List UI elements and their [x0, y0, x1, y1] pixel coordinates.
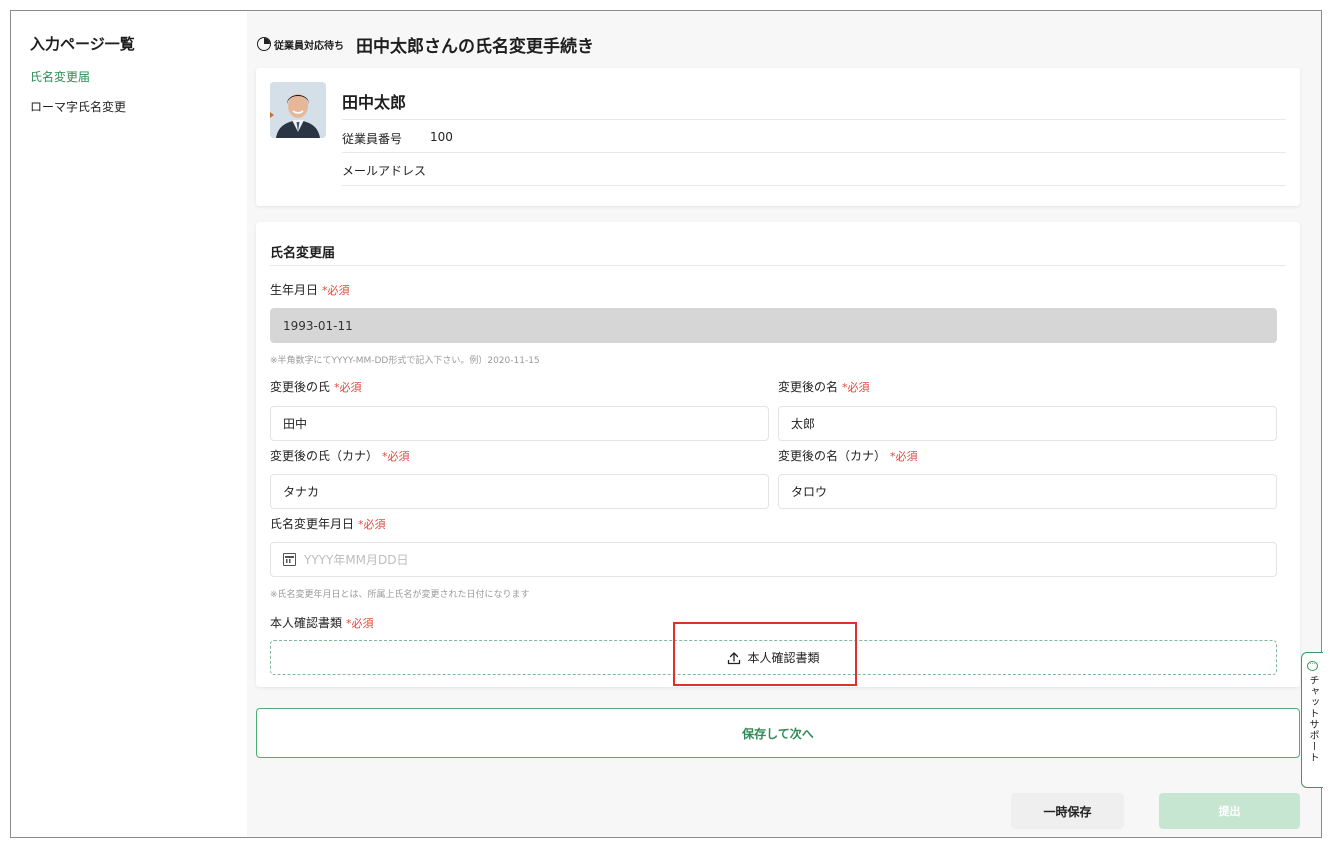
birthdate-field: 1993-01-11 [270, 308, 1277, 343]
birthdate-value: 1993-01-11 [283, 318, 353, 333]
section-title: 氏名変更届 [270, 246, 336, 261]
chat-support-label: チャットサポート [1307, 675, 1318, 763]
required-mark: *必須 [346, 617, 374, 630]
avatar [270, 82, 326, 138]
progress-pie-icon [257, 37, 271, 51]
birthdate-hint: ※半角数字にてYYYY-MM-DD形式で記入下さい。例）2020-11-15 [270, 356, 540, 366]
change-date-label: 氏名変更年月日 *必須 [270, 515, 386, 532]
email-label: メールアドレス [342, 164, 427, 178]
last-name-kana-label: 変更後の氏（カナ） *必須 [270, 447, 410, 464]
birthdate-label: 生年月日 *必須 [270, 281, 350, 298]
divider [342, 119, 1286, 120]
change-date-label-text: 氏名変更年月日 [270, 517, 355, 531]
id-document-label-text: 本人確認書類 [270, 616, 343, 630]
employee-photo [270, 82, 326, 138]
last-name-label-text: 変更後の氏 [270, 380, 331, 394]
chat-support-tab[interactable]: チャットサポート [1301, 652, 1323, 788]
first-name-label: 変更後の名 *必須 [778, 378, 870, 395]
employee-number-label: 従業員番号 [342, 132, 403, 146]
divider [270, 265, 1286, 266]
app-window: 入力ページ一覧 氏名変更届 ローマ字氏名変更 従業員対応待ち 田中太郎さんの氏名… [10, 10, 1323, 838]
first-name-value: 太郎 [791, 417, 816, 431]
last-name-kana-label-text: 変更後の氏（カナ） [270, 449, 379, 463]
change-date-input[interactable]: YYYY年MM月DD日 [270, 542, 1277, 577]
status-text: 従業員対応待ち [274, 40, 344, 52]
page-title: 田中太郎さんの氏名変更手続き [356, 36, 594, 57]
required-mark: *必須 [334, 381, 362, 394]
required-mark: *必須 [358, 518, 386, 531]
first-name-kana-value: タロウ [791, 485, 828, 499]
sidebar-item-romaji-name-change[interactable]: ローマ字氏名変更 [30, 98, 126, 115]
chat-bubble-icon [1307, 657, 1318, 671]
employee-name: 田中太郎 [342, 93, 407, 112]
last-name-kana-input[interactable]: タナカ [270, 474, 769, 509]
upload-label: 本人確認書類 [747, 651, 820, 665]
id-document-upload-button[interactable]: 本人確認書類 [270, 640, 1277, 675]
sidebar-item-name-change[interactable]: 氏名変更届 [30, 68, 90, 85]
upload-icon [727, 651, 741, 665]
first-name-input[interactable]: 太郎 [778, 406, 1277, 441]
change-date-placeholder: YYYY年MM月DD日 [304, 553, 409, 567]
first-name-kana-label: 変更後の名（カナ） *必須 [778, 447, 918, 464]
required-mark: *必須 [890, 450, 918, 463]
last-name-label: 変更後の氏 *必須 [270, 378, 362, 395]
last-name-value: 田中 [283, 417, 308, 431]
birthdate-label-text: 生年月日 [270, 283, 319, 297]
temporary-save-button[interactable]: 一時保存 [1011, 793, 1124, 829]
sidebar: 入力ページ一覧 氏名変更届 ローマ字氏名変更 [11, 11, 247, 837]
employee-number-row: 従業員番号 100 [342, 130, 453, 147]
required-mark: *必須 [842, 381, 870, 394]
first-name-kana-input[interactable]: タロウ [778, 474, 1277, 509]
required-mark: *必須 [322, 284, 350, 297]
save-and-next-button[interactable]: 保存して次へ [256, 708, 1300, 758]
name-change-form-card: 氏名変更届 生年月日 *必須 1993-01-11 ※半角数字にてYYYY-MM-… [256, 222, 1300, 687]
divider [342, 152, 1286, 153]
change-date-hint: ※氏名変更年月日とは、所属上氏名が変更された日付になります [270, 590, 530, 600]
last-name-kana-value: タナカ [283, 485, 320, 499]
submit-button[interactable]: 提出 [1159, 793, 1300, 829]
first-name-label-text: 変更後の名 [778, 380, 839, 394]
required-mark: *必須 [382, 450, 410, 463]
status-badge: 従業員対応待ち [257, 37, 344, 52]
page-header: 従業員対応待ち 田中太郎さんの氏名変更手続き [257, 33, 594, 57]
first-name-kana-label-text: 変更後の名（カナ） [778, 449, 887, 463]
last-name-input[interactable]: 田中 [270, 406, 769, 441]
employee-number-value: 100 [430, 130, 453, 144]
employee-profile-card: 田中太郎 従業員番号 100 メールアドレス [256, 68, 1300, 206]
id-document-label: 本人確認書類 *必須 [270, 614, 374, 631]
email-row: メールアドレス [342, 162, 430, 179]
divider [342, 185, 1286, 186]
sidebar-title: 入力ページ一覧 [30, 35, 135, 53]
calendar-icon [283, 553, 296, 566]
